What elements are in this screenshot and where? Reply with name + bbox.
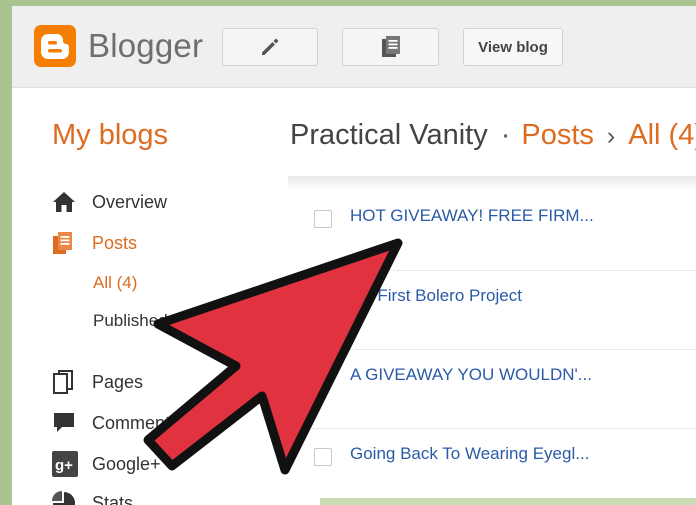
sidebar-item-posts[interactable]: Posts [52, 230, 137, 256]
stats-icon [52, 490, 80, 505]
top-header: Blogger View blog [12, 6, 696, 88]
brand-name: Blogger [88, 27, 204, 64]
title-divider [288, 176, 696, 190]
bottom-strip [320, 498, 696, 505]
sidebar-item-label: Comments [92, 412, 180, 433]
sidebar-item-google-plus[interactable]: g+ Google+ [52, 451, 161, 477]
breadcrumb-chevron: › [606, 122, 616, 150]
post-checkbox[interactable] [314, 210, 332, 228]
sidebar-item-stats[interactable]: Stats [52, 490, 133, 505]
breadcrumb-all[interactable]: All (4) [628, 119, 696, 151]
comments-icon [52, 410, 80, 436]
post-title-link[interactable]: My First Bolero Project [350, 286, 522, 306]
sidebar-item-pages[interactable]: Pages [52, 369, 143, 395]
blogger-window: Blogger View blog My blogs Practical Van… [12, 6, 696, 505]
sidebar-item-label: Pages [92, 371, 144, 392]
new-post-button[interactable] [222, 28, 318, 66]
sidebar-subitem-all[interactable]: All (4) [93, 273, 137, 293]
breadcrumb-posts[interactable]: Posts [521, 119, 594, 151]
post-row[interactable]: HOT GIVEAWAY! FREE FIRM... [312, 192, 696, 271]
svg-text:g+: g+ [55, 457, 73, 474]
breadcrumb: Practical Vanity · Posts › All (4) [290, 119, 696, 152]
posts-icon [52, 230, 80, 256]
google-plus-icon: g+ [52, 451, 80, 477]
post-row[interactable]: A GIVEAWAY YOU WOULDN'... [312, 350, 696, 429]
sidebar-item-label: Posts [92, 232, 138, 253]
sidebar-item-label: Overview [92, 191, 168, 212]
posts-icon [381, 36, 400, 57]
post-row[interactable]: Going Back To Wearing Eyegl... [312, 429, 696, 505]
posts-list-button[interactable] [342, 28, 439, 66]
post-checkbox[interactable] [314, 369, 332, 387]
post-title-link[interactable]: HOT GIVEAWAY! FREE FIRM... [350, 206, 594, 226]
sidebar-subitem-published[interactable]: Published [93, 311, 168, 331]
sidebar-item-label: Stats [92, 492, 134, 505]
post-row[interactable]: My First Bolero Project [312, 271, 696, 350]
sidebar-item-comments[interactable]: Comments [52, 410, 179, 436]
pencil-icon [262, 38, 279, 55]
post-title-link[interactable]: Going Back To Wearing Eyegl... [350, 444, 589, 464]
my-blogs-link[interactable]: My blogs [52, 119, 168, 152]
post-checkbox[interactable] [314, 290, 332, 308]
breadcrumb-dot: · [500, 119, 511, 151]
blogger-logo-icon[interactable] [34, 25, 76, 67]
sidebar-item-label: Google+ [92, 453, 161, 474]
pages-icon [52, 369, 80, 395]
view-blog-button[interactable]: View blog [463, 28, 563, 66]
blog-name[interactable]: Practical Vanity [290, 119, 488, 151]
post-title-link[interactable]: A GIVEAWAY YOU WOULDN'... [350, 365, 592, 385]
sidebar-item-overview[interactable]: Overview [52, 189, 167, 215]
post-checkbox[interactable] [314, 448, 332, 466]
house-icon [52, 189, 80, 215]
